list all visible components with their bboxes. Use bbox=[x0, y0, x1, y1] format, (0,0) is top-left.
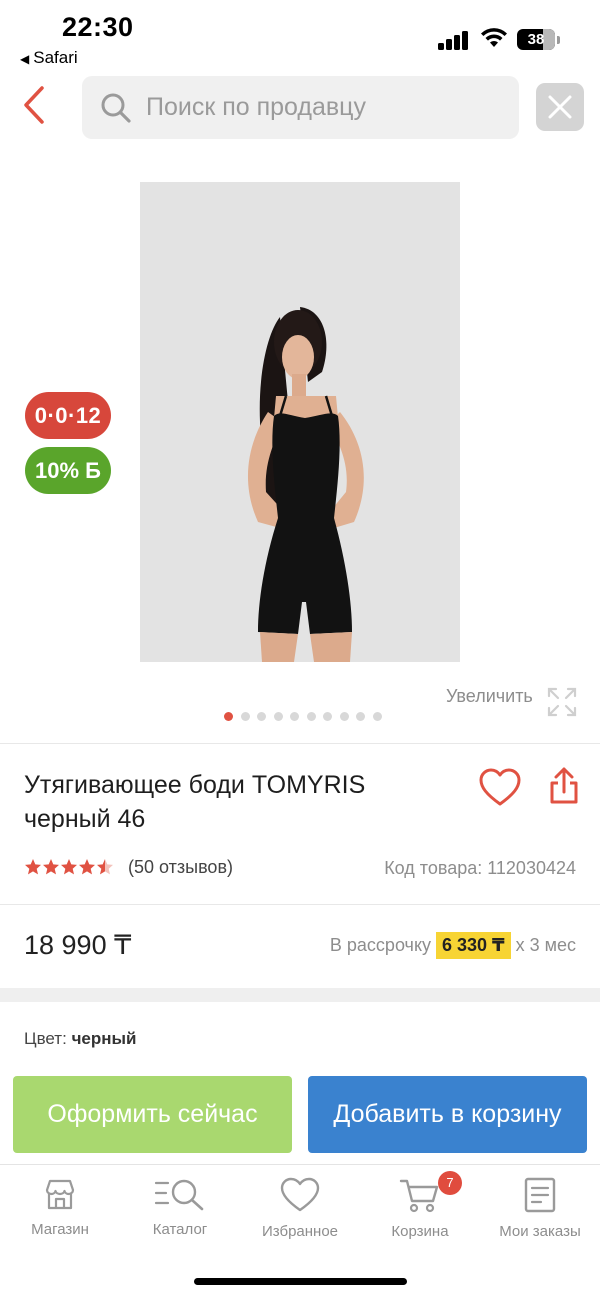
tab-catalog[interactable]: Каталог bbox=[120, 1177, 240, 1247]
search-icon bbox=[101, 93, 131, 123]
rating-stars bbox=[25, 859, 113, 875]
search-input[interactable] bbox=[146, 76, 506, 139]
reviews-link[interactable]: (50 отзывов) bbox=[128, 857, 233, 878]
star-icon bbox=[61, 859, 77, 875]
pagination-dot[interactable] bbox=[273, 712, 283, 721]
product-photo-figure bbox=[140, 182, 460, 662]
star-icon bbox=[43, 859, 59, 875]
color-value: черный bbox=[71, 1029, 137, 1048]
installment-prefix: В рассрочку bbox=[329, 935, 432, 955]
installment-info[interactable]: В рассрочку 6 330 ₸ x 3 мес bbox=[330, 932, 576, 959]
catalog-search-icon bbox=[154, 1179, 204, 1211]
search-box[interactable] bbox=[82, 76, 519, 139]
star-icon bbox=[25, 859, 41, 875]
tab-shop[interactable]: Магазин bbox=[0, 1177, 120, 1247]
status-time: 22:30 bbox=[62, 12, 134, 42]
pagination-dot[interactable] bbox=[372, 712, 382, 721]
add-to-cart-button[interactable]: Добавить в корзину bbox=[308, 1076, 587, 1153]
back-app-label: Safari bbox=[33, 48, 78, 67]
pagination-dot[interactable] bbox=[356, 712, 365, 721]
divider bbox=[0, 904, 600, 905]
back-to-safari-link[interactable]: ◀ Safari bbox=[20, 48, 78, 68]
installment-suffix: x 3 мес bbox=[515, 935, 576, 955]
bonus-badge: 10% Б bbox=[25, 447, 111, 494]
tab-favorites-label: Избранное bbox=[261, 1223, 339, 1240]
home-indicator bbox=[194, 1278, 407, 1285]
pagination-dot[interactable] bbox=[240, 712, 250, 721]
battery-icon: 38 bbox=[517, 29, 555, 50]
tab-orders-label: Мои заказы bbox=[499, 1223, 581, 1240]
clear-search-button[interactable] bbox=[536, 83, 584, 131]
star-icon bbox=[97, 859, 113, 875]
tab-favorites[interactable]: Избранное bbox=[240, 1177, 360, 1247]
star-icon bbox=[79, 859, 95, 875]
tab-shop-label: Магазин bbox=[31, 1221, 89, 1238]
color-label: Цвет: bbox=[24, 1029, 67, 1048]
pagination-dot[interactable] bbox=[306, 712, 316, 721]
installment-amount: 6 330 ₸ bbox=[436, 932, 511, 959]
close-icon bbox=[548, 95, 572, 119]
cart-count-badge: 7 bbox=[438, 1171, 462, 1195]
pagination-dot[interactable] bbox=[339, 712, 349, 721]
back-triangle-icon: ◀ bbox=[20, 52, 30, 66]
orders-icon bbox=[524, 1177, 556, 1213]
product-title: Утягивающее боди TOMYRIS черный 46 bbox=[24, 771, 366, 833]
zoom-label[interactable]: Увеличить bbox=[446, 686, 533, 707]
pagination-dot[interactable] bbox=[290, 712, 299, 721]
cellular-signal-icon bbox=[438, 30, 470, 50]
product-sku: Код товара: 112030424 bbox=[384, 858, 576, 878]
heart-outline-icon bbox=[280, 1177, 320, 1212]
shop-icon bbox=[45, 1179, 75, 1210]
status-bar: 22:30 ◀ Safari 38 bbox=[0, 0, 600, 72]
pagination-dot[interactable] bbox=[323, 712, 332, 721]
tab-cart[interactable]: Корзина bbox=[360, 1177, 480, 1247]
installment-badge: 0·0·12 bbox=[25, 392, 111, 439]
back-arrow-icon[interactable] bbox=[18, 82, 54, 128]
product-photo[interactable] bbox=[140, 182, 460, 662]
pagination-dot[interactable] bbox=[224, 712, 233, 721]
divider bbox=[0, 743, 600, 744]
search-header bbox=[0, 72, 600, 142]
battery-tip bbox=[557, 36, 560, 44]
tab-catalog-label: Каталог bbox=[152, 1221, 208, 1238]
product-price: 18 990 ₸ bbox=[24, 930, 132, 960]
tab-orders[interactable]: Мои заказы bbox=[480, 1177, 600, 1247]
buy-now-button[interactable]: Оформить сейчас bbox=[13, 1076, 292, 1153]
battery-level: 38 bbox=[527, 31, 545, 48]
cart-icon bbox=[399, 1179, 439, 1213]
color-row: Цвет: черный bbox=[24, 1029, 137, 1049]
share-icon[interactable] bbox=[548, 766, 580, 806]
heart-icon[interactable] bbox=[478, 768, 522, 808]
tab-cart-label: Корзина bbox=[391, 1223, 449, 1240]
wifi-icon bbox=[481, 28, 507, 47]
section-separator bbox=[0, 988, 600, 1002]
pagination-dot[interactable] bbox=[257, 712, 266, 721]
expand-icon[interactable] bbox=[546, 686, 578, 718]
